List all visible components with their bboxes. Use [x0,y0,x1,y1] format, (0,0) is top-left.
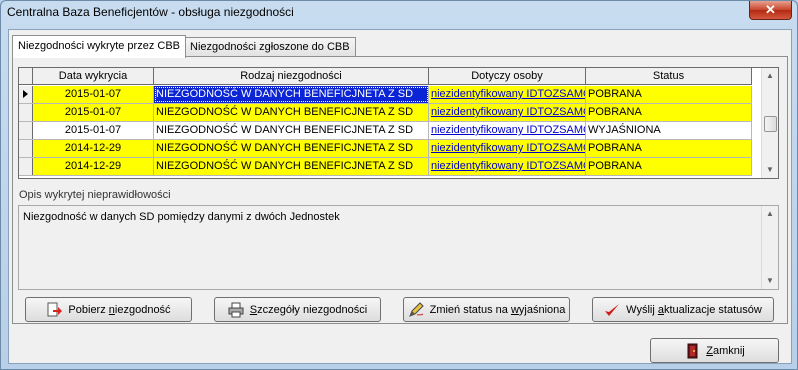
table-row[interactable]: 2015-01-07 NIEZGODNOŚĆ W DANYCH BENEFICJN… [19,104,752,122]
pencil-icon [408,301,424,318]
description-textarea[interactable]: Niezgodność w danych SD pomiędzy danymi … [18,205,779,290]
scroll-up-icon[interactable]: ▲ [762,68,778,84]
cell-person-link[interactable]: niezidentyfikowany IDTOZSAMO [429,86,586,103]
close-label: Zamknij [706,344,745,357]
row-indicator-header [19,68,33,84]
table-row[interactable]: 2015-01-07 NIEZGODNOŚĆ W DANYCH BENEFICJN… [19,122,752,140]
column-header-type[interactable]: Rodzaj niezgodności [154,68,429,84]
window-title: Centralna Baza Beneficjentów - obsługa n… [7,5,294,19]
cell-type[interactable]: NIEZGODNOŚĆ W DANYCH BENEFICJNETA Z SD [154,104,429,121]
cell-person-link[interactable]: niezidentyfikowany IDTOZSAMO [429,158,586,175]
fetch-discrepancy-label: Pobierz niezgodność [68,303,171,316]
scroll-down-icon[interactable]: ▼ [762,273,778,289]
cell-date[interactable]: 2014-12-29 [33,140,154,157]
table-row[interactable]: 2014-12-29 NIEZGODNOŚĆ W DANYCH BENEFICJN… [19,140,752,158]
current-row-arrow-icon [23,90,28,98]
fetch-arrow-icon [46,302,63,318]
cell-date[interactable]: 2015-01-07 [33,86,154,103]
column-header-date[interactable]: Data wykrycia [33,68,154,84]
scroll-down-icon[interactable]: ▼ [762,162,778,178]
cell-person-link[interactable]: niezidentyfikowany IDTOZSAMO [429,104,586,121]
tab-detected-by-cbb[interactable]: Niezgodności wykryte przez CBB [12,35,187,58]
close-icon: ✕ [765,2,776,17]
door-exit-icon [684,343,700,359]
change-status-button[interactable]: Zmień status na wyjaśniona [403,297,570,322]
details-button[interactable]: Szczegóły niezgodności [214,297,381,322]
grid-vertical-scrollbar[interactable]: ▲ ▼ [761,68,778,178]
cell-status[interactable]: POBRANA [586,140,752,157]
table-row[interactable]: 2014-12-29 NIEZGODNOŚĆ W DANYCH BENEFICJN… [19,158,752,176]
description-label: Opis wykrytej nieprawidłowości [19,189,171,201]
cell-type[interactable]: NIEZGODNOŚĆ W DANYCH BENEFICJNETA Z SD [154,158,429,175]
client-area: Niezgodności wykryte przez CBB Niezgodno… [8,29,792,364]
column-header-status[interactable]: Status [586,68,752,84]
fetch-discrepancy-button[interactable]: Pobierz niezgodność [25,297,192,322]
send-status-updates-button[interactable]: Wyślij aktualizacje statusów [592,297,774,322]
row-indicator[interactable] [19,86,33,103]
column-header-person[interactable]: Dotyczy osoby [429,68,586,84]
grid-header: Data wykrycia Rodzaj niezgodności Dotycz… [19,68,752,85]
printer-icon [228,302,244,318]
description-text: Niezgodność w danych SD pomiędzy danymi … [23,211,340,223]
window-close-button[interactable]: ✕ [749,1,792,20]
description-vertical-scrollbar[interactable]: ▲ ▼ [761,206,778,289]
details-label: Szczegóły niezgodności [249,303,368,316]
row-indicator[interactable] [19,104,33,121]
title-bar[interactable]: Centralna Baza Beneficjentów - obsługa n… [1,1,797,25]
app-window: Centralna Baza Beneficjentów - obsługa n… [0,0,798,370]
cell-date[interactable]: 2015-01-07 [33,104,154,121]
cell-person-link[interactable]: niezidentyfikowany IDTOZSAMO [429,122,586,139]
checkmark-icon [604,302,620,318]
scrollbar-thumb[interactable] [764,116,777,132]
change-status-label: Zmień status na wyjaśniona [429,303,566,316]
row-indicator[interactable] [19,122,33,139]
cell-date[interactable]: 2014-12-29 [33,158,154,175]
table-row[interactable]: 2015-01-07 NIEZGODNOŚĆ W DANYCH BENEFICJN… [19,86,752,104]
close-button[interactable]: Zamknij [650,338,779,363]
tab-panel: Data wykrycia Rodzaj niezgodności Dotycz… [12,56,788,324]
cell-type[interactable]: NIEZGODNOŚĆ W DANYCH BENEFICJNETA Z SD [154,122,429,139]
row-indicator[interactable] [19,158,33,175]
cell-status[interactable]: WYJAŚNIONA [586,122,752,139]
cell-date[interactable]: 2015-01-07 [33,122,154,139]
tab-reported-to-cbb[interactable]: Niezgodności zgłoszone do CBB [184,37,356,57]
cell-status[interactable]: POBRANA [586,86,752,103]
cell-status[interactable]: POBRANA [586,158,752,175]
send-status-updates-label: Wyślij aktualizacje statusów [626,303,762,316]
discrepancy-grid[interactable]: Data wykrycia Rodzaj niezgodności Dotycz… [18,67,779,179]
cell-type[interactable]: NIEZGODNOŚĆ W DANYCH BENEFICJNETA Z SD [154,140,429,157]
row-indicator[interactable] [19,140,33,157]
cell-status[interactable]: POBRANA [586,104,752,121]
scroll-up-icon[interactable]: ▲ [762,206,778,222]
cell-person-link[interactable]: niezidentyfikowany IDTOZSAMO [429,140,586,157]
cell-type[interactable]: NIEZGODNOŚĆ W DANYCH BENEFICJNETA Z SD [154,86,429,103]
